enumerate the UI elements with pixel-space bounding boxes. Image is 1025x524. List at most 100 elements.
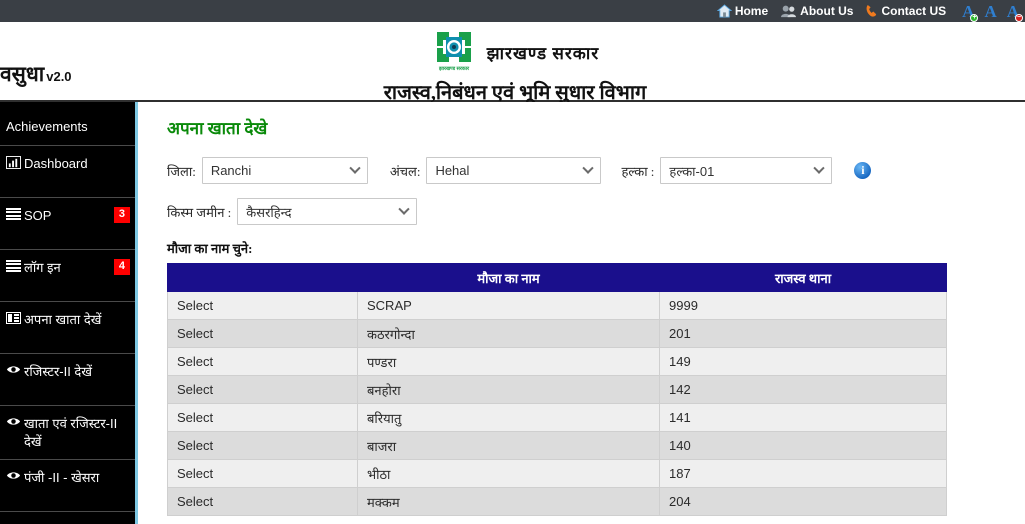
bars-icon	[6, 208, 21, 220]
sidebar-item-sop-badge: 3	[113, 207, 130, 223]
chevron-down-icon	[398, 203, 410, 215]
sidebar-item-apna-khata-label: अपना खाता देखें	[24, 312, 102, 327]
table-row[interactable]: Select भीठा 187	[167, 459, 947, 488]
eye-icon	[6, 416, 21, 427]
row-select-link[interactable]: Select	[167, 291, 358, 320]
bars-icon	[6, 260, 21, 272]
government-name: झारखण्ड सरकार	[486, 43, 600, 63]
chart-bar-icon	[6, 156, 21, 169]
row-select-link[interactable]: Select	[167, 403, 358, 432]
decrease-font-badge: −	[1015, 13, 1023, 22]
svg-text:झारखण्ड सरकार: झारखण्ड सरकार	[438, 66, 470, 72]
government-title-block: झारखण्ड सरकार झारखण्ड सरकार राजस्व,निबंध…	[285, 28, 745, 105]
home-icon	[716, 4, 732, 18]
decrease-font-icon[interactable]: A −	[1007, 3, 1023, 22]
nav-link-about[interactable]: About Us	[780, 4, 853, 18]
sidebar-item-sop[interactable]: SOP 3	[0, 198, 135, 250]
sidebar-item-sop-label: SOP	[24, 208, 52, 223]
table-row[interactable]: Select बाजरा 140	[167, 431, 947, 460]
sidebar-item-khata-register-2[interactable]: खाता एवं रजिस्टर-II देखें	[0, 406, 135, 461]
row-rajaswa-thana: 9999	[659, 291, 947, 320]
sidebar-item-login[interactable]: लॉग इन 4	[0, 250, 135, 302]
row-select-link[interactable]: Select	[167, 459, 358, 488]
table-header-row: मौजा का नाम राजस्व थाना	[167, 263, 947, 292]
table-header-select	[167, 263, 358, 292]
halka-select-value: हल्का-01	[669, 163, 715, 179]
form-row-2: किस्म जमीन : कैसरहिन्द	[160, 198, 1013, 225]
row-select-link[interactable]: Select	[167, 487, 358, 516]
table-row[interactable]: Select SCRAP 9999	[167, 291, 947, 320]
sidebar: Achievements Dashboard SOP 3 लॉग इन 4 अप…	[0, 102, 138, 524]
halka-field: हल्का : हल्का-01	[621, 157, 833, 184]
landtype-select-value: कैसरहिन्द	[246, 204, 292, 220]
mauja-table-body: Select SCRAP 9999 Select कठरगोन्दा 201 S…	[167, 291, 947, 516]
row-mauja-name: बनहोरा	[357, 375, 660, 404]
sidebar-item-panji-2-khesra[interactable]: पंजी -II - खेसरा	[0, 460, 135, 513]
sidebar-item-register-2[interactable]: रजिस्टर-II देखें	[0, 354, 135, 406]
table-row[interactable]: Select मक्कम 204	[167, 487, 947, 516]
row-rajaswa-thana: 149	[659, 347, 947, 376]
row-rajaswa-thana: 201	[659, 319, 947, 348]
sidebar-item-achievements[interactable]: Achievements	[0, 102, 135, 146]
halka-select[interactable]: हल्का-01	[660, 157, 833, 184]
row-mauja-name: भीठा	[357, 459, 660, 488]
row-mauja-name: बरियातु	[357, 403, 660, 432]
sidebar-item-dashboard-label: Dashboard	[24, 156, 88, 171]
row-mauja-name: बाजरा	[357, 431, 660, 460]
landtype-field: किस्म जमीन : कैसरहिन्द	[167, 198, 418, 225]
landtype-select[interactable]: कैसरहिन्द	[237, 198, 418, 225]
nav-link-contact-label: Contact US	[881, 4, 947, 18]
sidebar-item-login-label: लॉग इन	[24, 260, 61, 275]
halka-label: हल्का :	[621, 163, 655, 179]
district-select[interactable]: Ranchi	[201, 157, 368, 184]
info-icon[interactable]: i	[854, 162, 872, 179]
increase-font-icon[interactable]: A +	[962, 3, 979, 22]
row-mauja-name: मक्कम	[357, 487, 660, 516]
nav-link-contact[interactable]: Contact US	[865, 4, 946, 18]
row-select-link[interactable]: Select	[167, 375, 358, 404]
page-body: Achievements Dashboard SOP 3 लॉग इन 4 अप…	[0, 102, 1025, 524]
mauja-caption: मौजा का नाम चुने:	[167, 241, 253, 256]
jharkhand-emblem-icon: झारखण्ड सरकार	[431, 28, 477, 76]
row-rajaswa-thana: 142	[659, 375, 947, 404]
sidebar-item-login-badge: 4	[113, 259, 130, 275]
row-select-link[interactable]: Select	[167, 431, 358, 460]
table-row[interactable]: Select बरियातु 141	[167, 403, 947, 432]
table-row[interactable]: Select पण्डरा 149	[167, 347, 947, 376]
top-utility-bar: Home About Us Contact US A + A A −	[0, 0, 1025, 22]
form-row-1: जिला: Ranchi अंचल: Hehal हल्का : हल्का-0…	[160, 157, 1013, 184]
row-select-link[interactable]: Select	[167, 319, 358, 348]
increase-font-badge: +	[970, 13, 979, 22]
table-row[interactable]: Select कठरगोन्दा 201	[167, 319, 947, 348]
row-select-link[interactable]: Select	[167, 347, 358, 376]
nav-link-home[interactable]: Home	[716, 4, 769, 18]
brand-name: वसुधा	[0, 62, 45, 86]
nav-link-about-label: About Us	[800, 4, 854, 18]
sidebar-item-achievements-label: Achievements	[6, 119, 88, 135]
sidebar-item-register-2-label: रजिस्टर-II देखें	[24, 364, 92, 379]
circle-field: अंचल: Hehal	[390, 157, 602, 184]
sidebar-item-dashboard[interactable]: Dashboard	[0, 146, 135, 198]
nav-link-home-label: Home	[734, 4, 769, 18]
circle-select[interactable]: Hehal	[426, 157, 602, 184]
sidebar-item-apna-khata[interactable]: अपना खाता देखें	[0, 302, 135, 354]
district-select-value: Ranchi	[210, 163, 252, 178]
brand-logo[interactable]: वसुधा v2.0	[0, 60, 72, 88]
main-content: अपना खाता देखे जिला: Ranchi अंचल: Hehal …	[138, 102, 1025, 524]
eye-icon	[6, 364, 21, 375]
circle-select-value: Hehal	[435, 163, 470, 178]
sidebar-item-panji-2-khesra-label: पंजी -II - खेसरा	[24, 470, 100, 486]
site-header: वसुधा v2.0 झारखण्ड सरकार झारखण्ड सरकार र…	[0, 22, 1025, 105]
district-label: जिला:	[167, 163, 196, 179]
row-rajaswa-thana: 187	[659, 459, 947, 488]
table-header-mauja-name: मौजा का नाम	[357, 263, 660, 292]
reset-font-icon[interactable]: A	[984, 3, 996, 20]
table-row[interactable]: Select बनहोरा 142	[167, 375, 947, 404]
circle-label: अंचल:	[389, 163, 421, 179]
row-mauja-name: पण्डरा	[357, 347, 660, 376]
chevron-down-icon	[349, 162, 361, 174]
list-alt-icon	[6, 312, 21, 324]
row-rajaswa-thana: 140	[659, 431, 947, 460]
landtype-label: किस्म जमीन :	[167, 204, 232, 220]
chevron-down-icon	[582, 162, 595, 174]
